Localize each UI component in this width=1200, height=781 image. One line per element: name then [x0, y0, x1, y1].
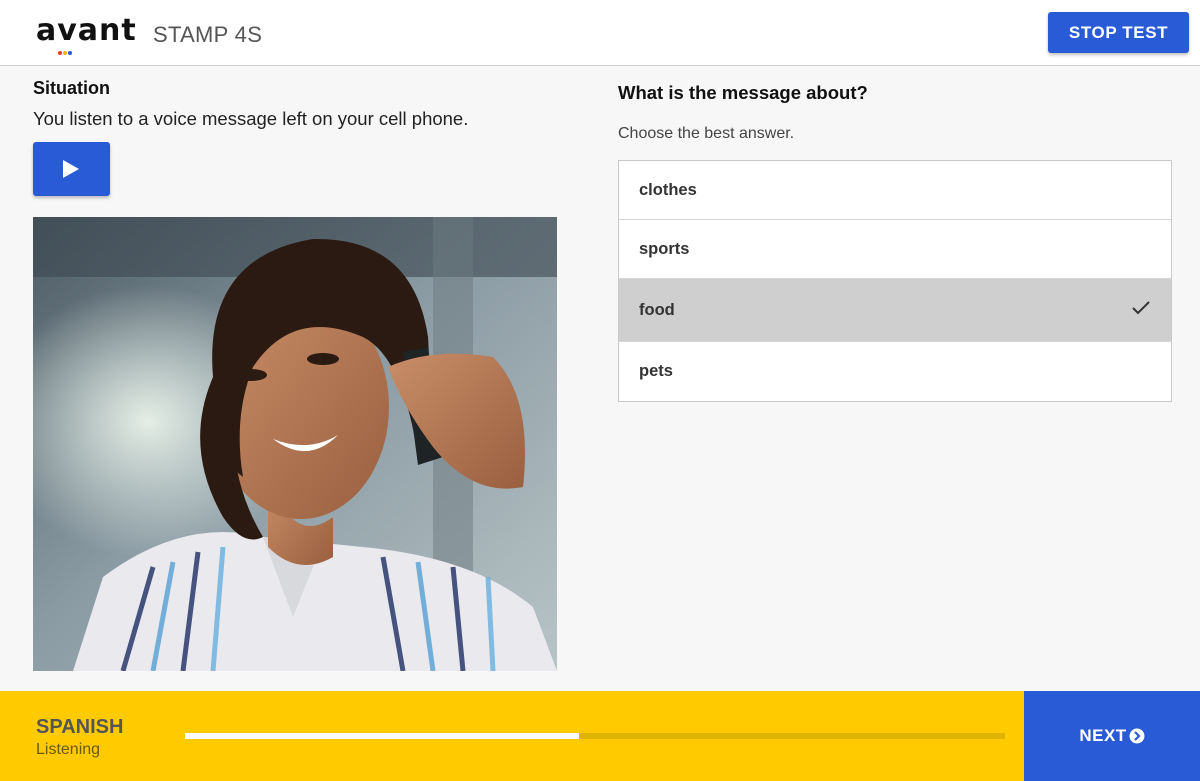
woman-on-phone-image [33, 217, 557, 671]
test-skill: Listening [36, 741, 101, 758]
progress-bar [185, 733, 1005, 739]
situation-title: Situation [33, 78, 110, 98]
stop-test-button[interactable]: STOP TEST [1048, 12, 1189, 53]
checkmark-icon [1132, 301, 1150, 315]
answer-option-sports[interactable]: sports [619, 220, 1171, 279]
avant-logo: avant [36, 13, 137, 48]
play-audio-button[interactable] [33, 142, 110, 196]
logo-accent-dots [58, 42, 78, 55]
product-name: STAMP 4S [153, 22, 263, 47]
answer-label: clothes [639, 180, 697, 199]
test-language: SPANISH [36, 716, 124, 738]
answer-instruction: Choose the best answer. [618, 125, 795, 142]
play-icon [63, 160, 79, 178]
logo-dot [63, 51, 67, 55]
answer-label: food [639, 300, 675, 319]
logo-dot [68, 51, 72, 55]
next-label: NEXT [1079, 726, 1127, 745]
app-header: avant STAMP 4S STOP TEST [0, 0, 1200, 66]
test-footer: SPANISH Listening NEXT [0, 691, 1200, 781]
next-button[interactable]: NEXT [1024, 691, 1200, 781]
answer-list: clothes sports food pets [618, 160, 1172, 402]
situation-photo [33, 217, 557, 671]
question-prompt: What is the message about? [618, 82, 868, 103]
answer-option-pets[interactable]: pets [619, 342, 1171, 401]
arrow-circle-right-icon [1129, 728, 1145, 744]
answer-option-clothes[interactable]: clothes [619, 161, 1171, 220]
answer-label: pets [639, 362, 673, 380]
answer-label: sports [639, 239, 690, 258]
logo-dot [58, 51, 62, 55]
progress-fill [185, 733, 579, 739]
situation-text: You listen to a voice message left on yo… [33, 108, 469, 129]
answer-option-food[interactable]: food [619, 279, 1171, 342]
